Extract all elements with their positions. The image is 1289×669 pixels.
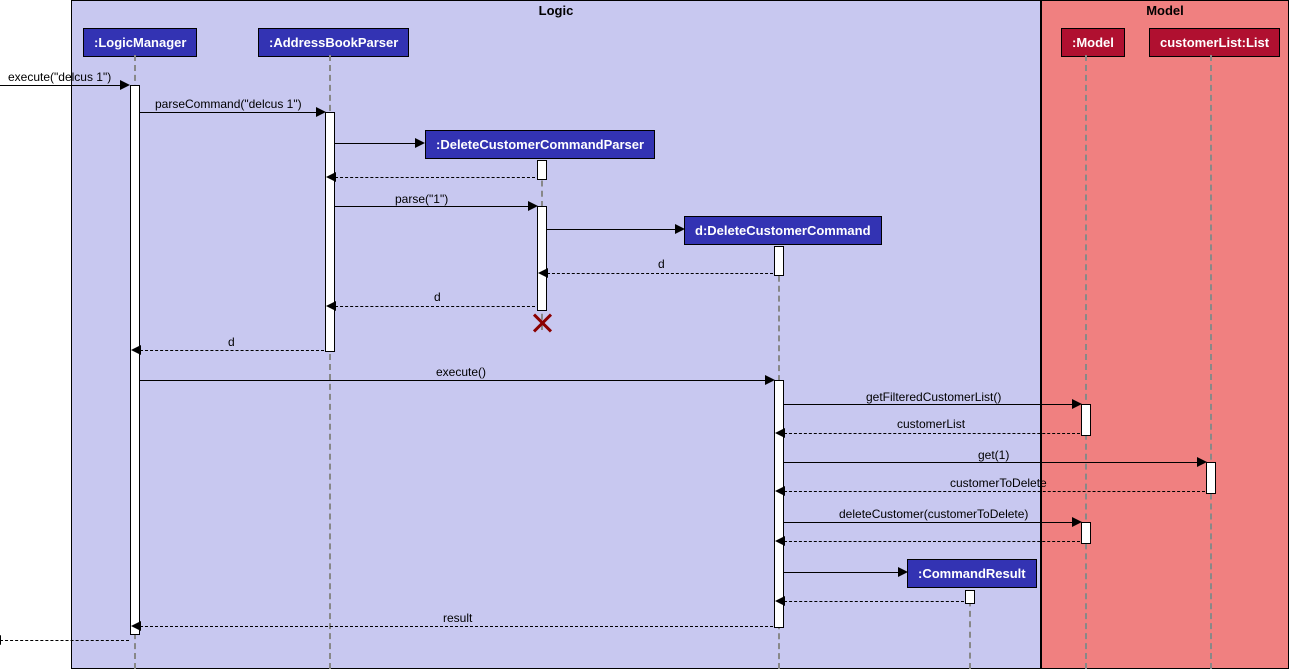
- participant-delete-customer-command: d:DeleteCustomerCommand: [684, 216, 882, 245]
- msg-delete-customer: deleteCustomer(customerToDelete): [839, 507, 1028, 521]
- msg-parse-command: parseCommand("delcus 1"): [155, 97, 302, 111]
- activation-dcc-1: [774, 246, 784, 276]
- msg-d2: d: [434, 290, 441, 304]
- model-frame-title: Model: [1146, 3, 1184, 18]
- lifeline-customer-list: [1210, 55, 1212, 669]
- activation-dcc-2: [774, 380, 784, 628]
- arrowhead-execute-2: [765, 375, 775, 385]
- arrowhead-final-return: [0, 635, 1, 645]
- msg-get-1: get(1): [978, 448, 1009, 462]
- arrowhead-customer-list: [775, 428, 785, 438]
- participant-address-book-parser: :AddressBookParser: [258, 28, 409, 57]
- msg-parse: parse("1"): [395, 192, 448, 206]
- destroy-icon: [532, 313, 552, 333]
- arrowhead-result: [131, 621, 141, 631]
- arrowhead-d3: [131, 345, 141, 355]
- participant-logic-manager: :LogicManager: [83, 28, 197, 57]
- participant-model: :Model: [1061, 28, 1125, 57]
- arrow-customer-list: [784, 433, 1080, 434]
- msg-customer-to-delete: customerToDelete: [950, 476, 1047, 490]
- arrow-d3: [140, 350, 324, 351]
- arrow-d2: [335, 306, 535, 307]
- arrowhead-cr-return: [775, 596, 785, 606]
- arrow-d1: [547, 273, 773, 274]
- arrowhead-execute-1: [120, 80, 130, 90]
- arrow-return-dccp: [335, 177, 535, 178]
- msg-get-filtered: getFilteredCustomerList(): [866, 390, 1001, 404]
- arrowhead-d2: [326, 301, 336, 311]
- arrow-delete-customer: [784, 522, 1074, 523]
- model-frame: Model: [1041, 0, 1289, 669]
- activation-logic-manager: [130, 85, 140, 635]
- logic-frame-title: Logic: [539, 3, 574, 18]
- arrow-create-cr: [784, 572, 900, 573]
- activation-address-book-parser: [325, 112, 335, 352]
- arrowhead-d1: [538, 268, 548, 278]
- activation-model-1: [1081, 404, 1091, 436]
- msg-result: result: [443, 611, 472, 625]
- participant-delete-customer-command-parser: :DeleteCustomerCommandParser: [425, 130, 655, 159]
- arrowhead-parse: [528, 201, 538, 211]
- participant-command-result: :CommandResult: [907, 559, 1037, 588]
- arrow-final-return: [0, 640, 129, 641]
- arrowhead-create-dccp: [415, 138, 425, 148]
- arrowhead-get-1: [1197, 457, 1207, 467]
- arrow-customer-to-delete: [784, 491, 1205, 492]
- msg-execute-1: execute("delcus 1"): [8, 70, 111, 84]
- arrow-delete-customer-return: [784, 541, 1080, 542]
- activation-dccp-1: [537, 160, 547, 180]
- msg-execute-2: execute(): [436, 365, 486, 379]
- arrow-parse: [335, 206, 530, 207]
- msg-customer-list: customerList: [897, 417, 965, 431]
- arrowhead-customer-to-delete: [775, 486, 785, 496]
- arrowhead-delete-customer-return: [775, 536, 785, 546]
- arrow-execute-1: [0, 85, 122, 86]
- activation-model-2: [1081, 522, 1091, 544]
- arrow-result: [140, 626, 773, 627]
- arrow-get-1: [784, 462, 1199, 463]
- activation-dccp-2: [537, 206, 547, 311]
- participant-customer-list: customerList:List: [1149, 28, 1280, 57]
- activation-command-result: [965, 590, 975, 604]
- arrow-execute-2: [140, 380, 767, 381]
- arrow-parse-command: [140, 112, 318, 113]
- arrowhead-return-dccp: [326, 172, 336, 182]
- msg-d3: d: [228, 335, 235, 349]
- arrowhead-get-filtered: [1072, 399, 1082, 409]
- arrow-create-dccp: [335, 143, 417, 144]
- arrowhead-delete-customer: [1072, 517, 1082, 527]
- arrow-cr-return: [784, 601, 964, 602]
- msg-d1: d: [658, 257, 665, 271]
- lifeline-model: [1085, 55, 1087, 669]
- activation-customer-list: [1206, 462, 1216, 494]
- arrow-get-filtered: [784, 404, 1074, 405]
- arrowhead-create-dcc: [675, 224, 685, 234]
- arrowhead-create-cr: [898, 567, 908, 577]
- arrowhead-parse-command: [316, 107, 326, 117]
- arrow-create-dcc: [547, 229, 677, 230]
